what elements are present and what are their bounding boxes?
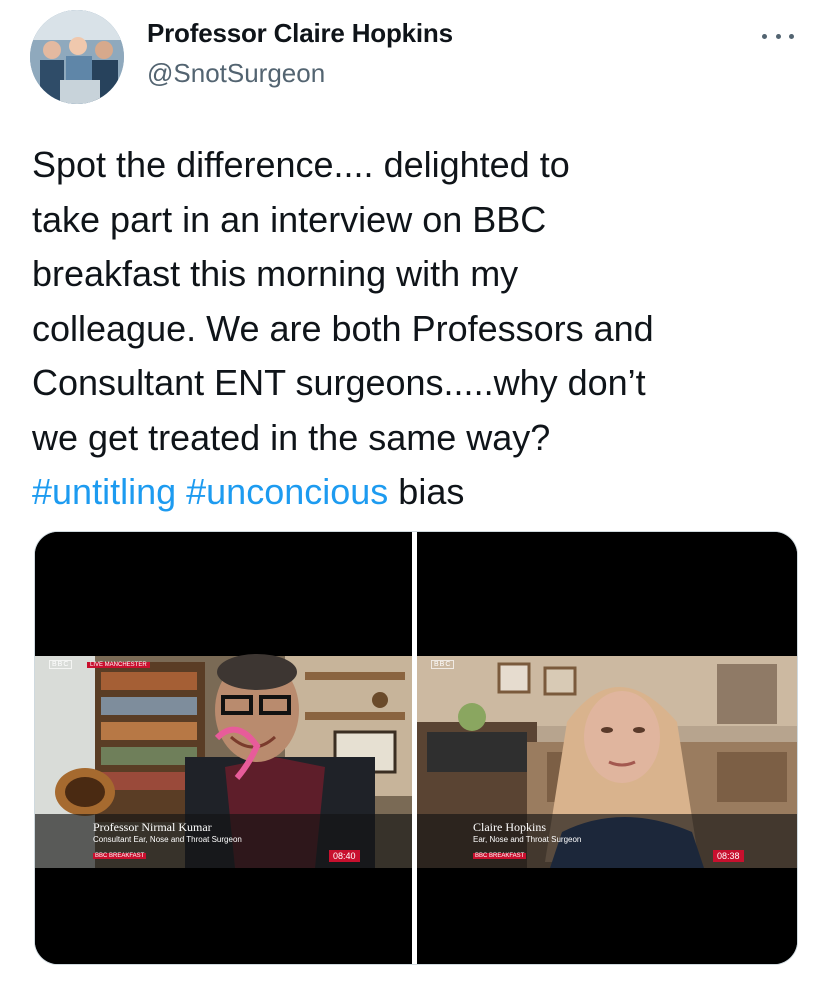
dot [775,33,781,39]
interview-still-right [417,532,797,964]
tweet-media[interactable]: BBC LIVE MANCHESTER Professor Nirmal Kum… [34,531,798,965]
caption-left: Professor Nirmal Kumar Consultant Ear, N… [93,820,242,862]
dot [789,33,794,39]
clock-badge: 08:40 [329,850,360,862]
avatar[interactable] [30,10,124,104]
tweet-body: Spot the difference.... delighted to tak… [32,144,654,458]
interview-still-left [35,532,412,964]
hashtag-link[interactable]: #untitling [32,471,176,512]
clock-badge: 08:38 [713,850,744,862]
bbc-logo-tag: BBC [431,660,455,669]
author-display-name[interactable]: Professor Claire Hopkins [147,18,453,49]
profile-photo-icon [30,10,124,104]
programme-badge: BBC BREAKFAST [473,853,527,859]
caption-right: Claire Hopkins Ear, Nose and Throat Surg… [473,820,581,862]
author-handle[interactable]: @SnotSurgeon [147,58,325,89]
media-image-left[interactable]: BBC LIVE MANCHESTER Professor Nirmal Kum… [35,532,412,964]
more-options-icon[interactable] [758,26,798,46]
caption-title: Ear, Nose and Throat Surgeon [473,835,582,844]
caption-title: Consultant Ear, Nose and Throat Surgeon [93,835,242,844]
caption-name: Claire Hopkins [473,820,546,834]
hashtag-link[interactable]: #unconcious [186,471,388,512]
live-badge: LIVE MANCHESTER [87,662,150,668]
programme-badge: BBC BREAKFAST [93,853,147,859]
dot [762,33,767,39]
caption-name: Professor Nirmal Kumar [93,820,212,834]
media-image-right[interactable]: BBC Claire Hopkins Ear, Nose and Throat … [417,532,797,964]
bbc-logo-tag: BBC [49,660,73,669]
tweet-text: Spot the difference.... delighted to tak… [32,138,812,520]
tweet-tail: bias [398,471,465,512]
